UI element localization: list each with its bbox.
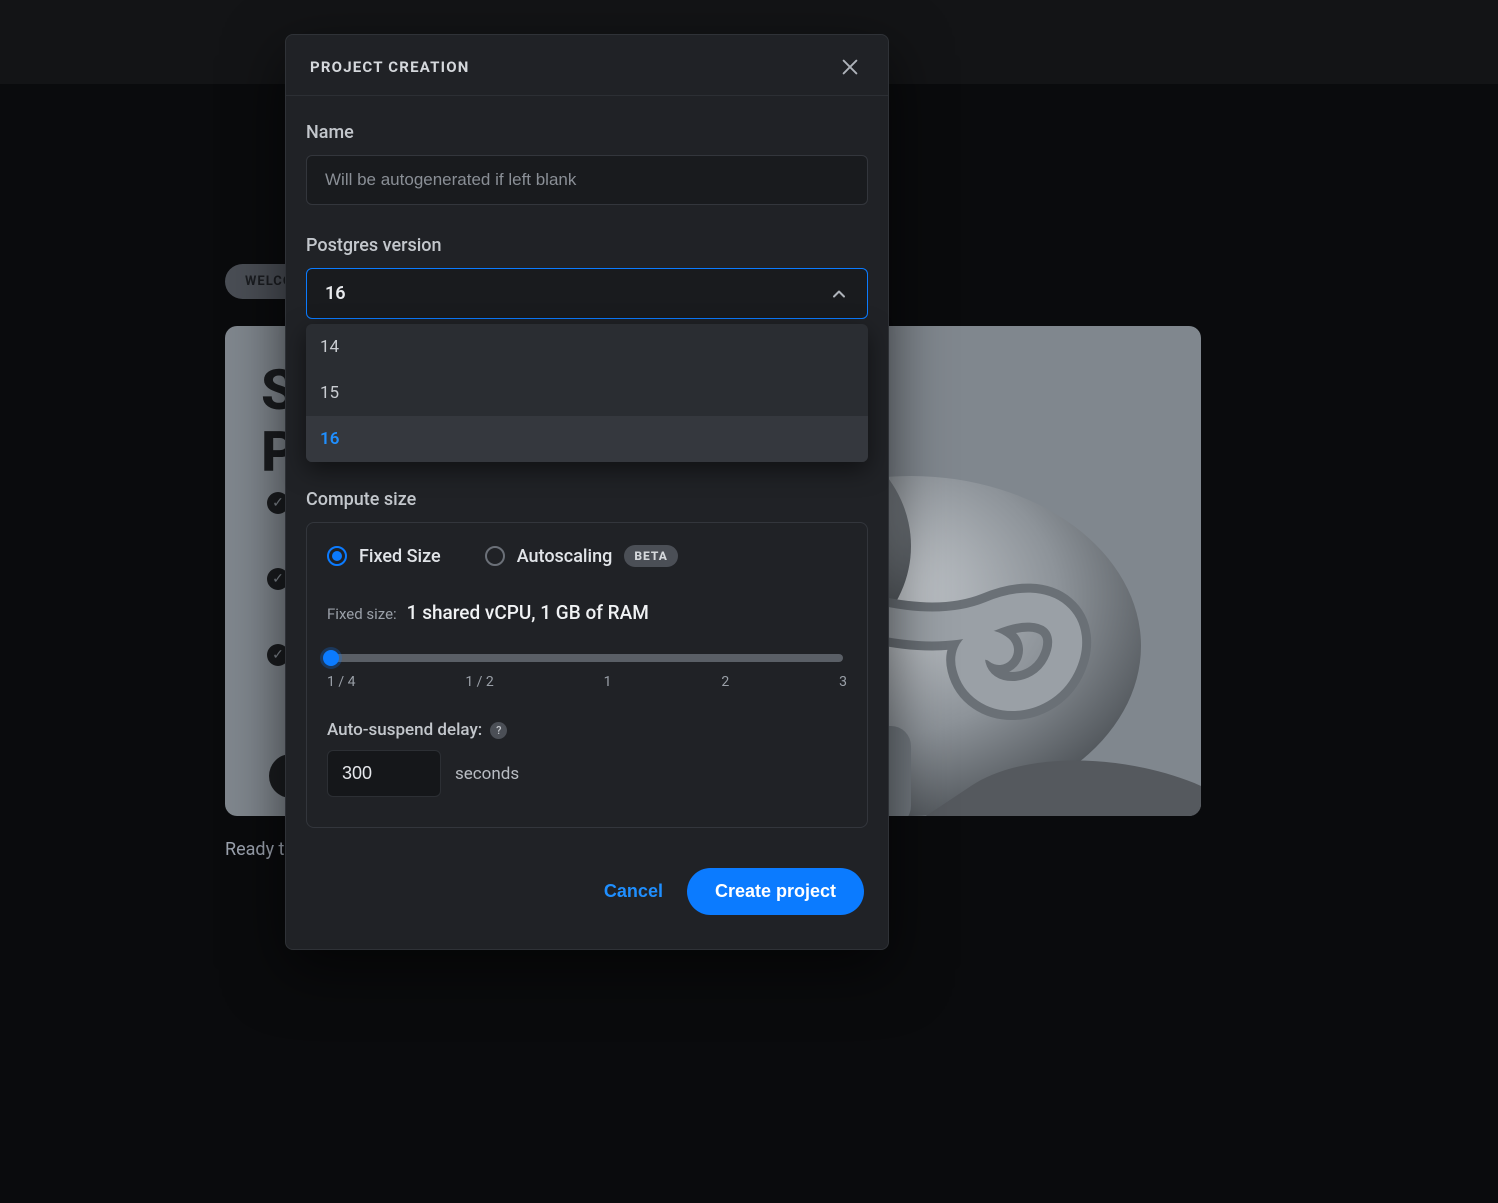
postgres-option-16[interactable]: 16	[306, 416, 868, 462]
auto-suspend-label-row: Auto-suspend delay: ?	[327, 720, 847, 740]
autoscaling-radio[interactable]: Autoscaling BETA	[485, 545, 678, 567]
auto-suspend-group: Auto-suspend delay: ? seconds	[327, 720, 847, 797]
close-icon	[839, 56, 861, 78]
compute-mode-radio-group: Fixed Size Autoscaling BETA	[327, 545, 847, 567]
postgres-select-wrap: 16 14 15 16	[306, 268, 868, 319]
name-input[interactable]	[306, 155, 868, 205]
postgres-selected-value: 16	[325, 283, 346, 304]
fixed-size-radio-label: Fixed Size	[359, 546, 441, 567]
slider-tick: 2	[721, 674, 729, 690]
postgres-option-14[interactable]: 14	[306, 324, 868, 370]
dialog-body: Name Postgres version 16 14 15 16 C	[286, 96, 888, 838]
name-label: Name	[306, 122, 868, 143]
slider-tick-labels: 1 / 4 1 / 2 1 2 3	[327, 674, 847, 690]
cancel-button[interactable]: Cancel	[604, 881, 663, 902]
slider-tick: 1 / 4	[327, 674, 355, 690]
autoscaling-radio-label: Autoscaling	[517, 546, 613, 567]
radio-checked-icon	[327, 546, 347, 566]
postgres-option-15[interactable]: 15	[306, 370, 868, 416]
fixed-size-radio[interactable]: Fixed Size	[327, 546, 441, 567]
slider-tick: 1	[604, 674, 612, 690]
chevron-up-icon	[829, 284, 849, 304]
dialog-footer: Cancel Create project	[286, 838, 888, 949]
postgres-label: Postgres version	[306, 235, 868, 256]
auto-suspend-label: Auto-suspend delay:	[327, 720, 482, 740]
postgres-dropdown: 14 15 16	[306, 324, 868, 462]
compute-size-label: Compute size	[306, 489, 868, 510]
postgres-select[interactable]: 16	[306, 268, 868, 319]
slider-tick: 3	[839, 674, 847, 690]
postgres-field-group: Postgres version 16 14 15 16	[306, 235, 868, 319]
auto-suspend-input[interactable]	[327, 750, 441, 797]
project-creation-dialog: PROJECT CREATION Name Postgres version 1…	[285, 34, 889, 950]
seconds-label: seconds	[455, 764, 519, 784]
slider-tick: 1 / 2	[465, 674, 493, 690]
create-project-button[interactable]: Create project	[687, 868, 864, 915]
fixed-size-prefix: Fixed size:	[327, 605, 397, 623]
fixed-size-value: 1 shared vCPU, 1 GB of RAM	[407, 601, 649, 624]
fixed-size-readout: Fixed size: 1 shared vCPU, 1 GB of RAM	[327, 601, 847, 624]
close-button[interactable]	[836, 53, 864, 81]
beta-badge: BETA	[624, 545, 678, 567]
name-field-group: Name	[306, 122, 868, 205]
auto-suspend-input-row: seconds	[327, 750, 847, 797]
slider-thumb[interactable]	[323, 650, 339, 666]
compute-size-slider[interactable]	[331, 654, 843, 662]
help-icon[interactable]: ?	[490, 722, 507, 739]
dialog-header: PROJECT CREATION	[286, 35, 888, 96]
dialog-title: PROJECT CREATION	[310, 58, 470, 76]
compute-panel: Fixed Size Autoscaling BETA Fixed size: …	[306, 522, 868, 828]
radio-unchecked-icon	[485, 546, 505, 566]
